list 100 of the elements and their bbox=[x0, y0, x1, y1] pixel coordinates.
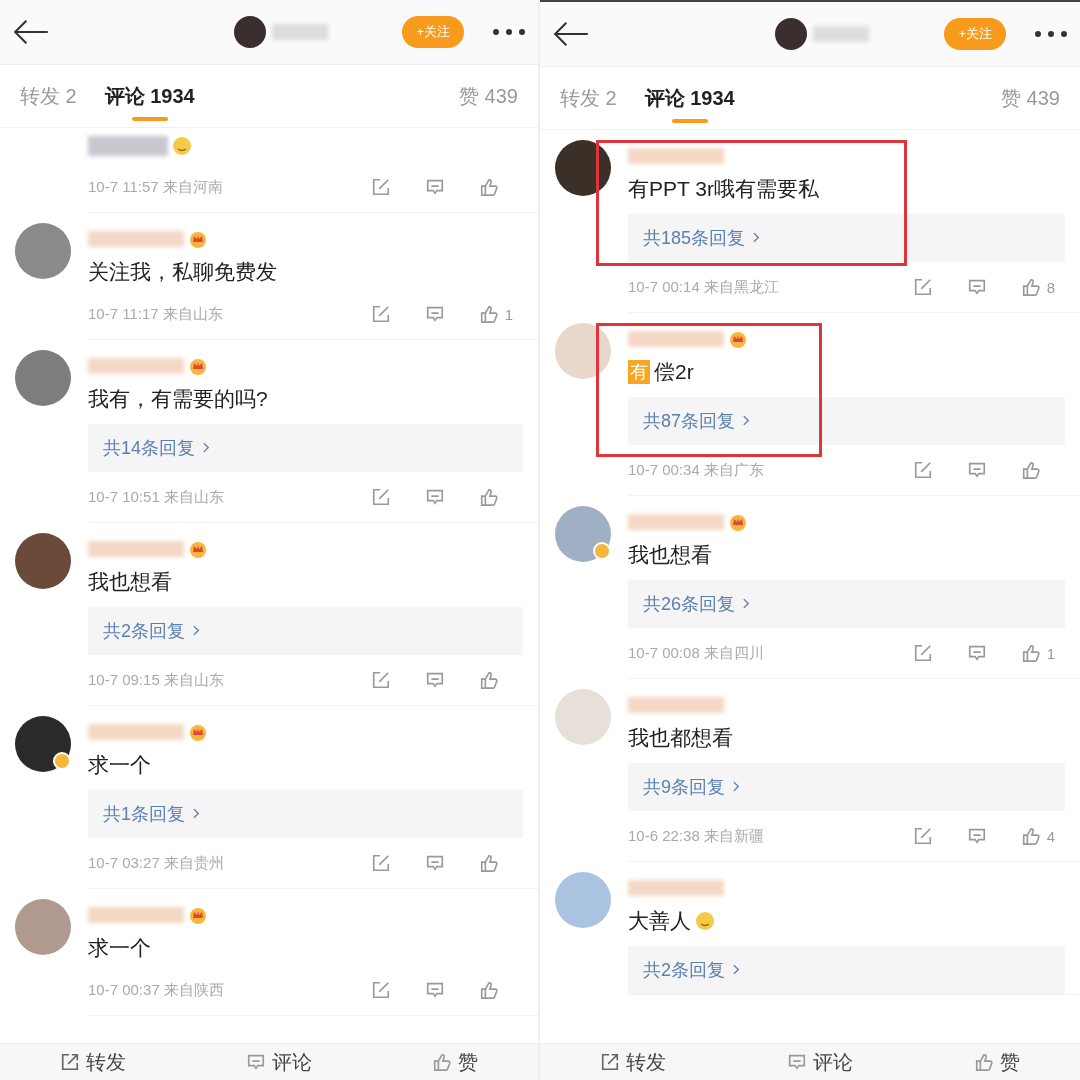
replies-count: 共1条回复 bbox=[103, 803, 185, 826]
comment-time: 10-7 10:51 来自山东 bbox=[88, 487, 224, 507]
tab[interactable]: 评论 1934 bbox=[104, 65, 195, 127]
replies-link[interactable]: 共2条回复 bbox=[628, 946, 1065, 994]
repost-icon[interactable] bbox=[912, 277, 933, 297]
share-icon bbox=[600, 1052, 621, 1072]
like-button[interactable]: 赞 bbox=[426, 1047, 484, 1077]
thumbs-up-icon[interactable] bbox=[1020, 277, 1041, 297]
replies-count: 共2条回复 bbox=[103, 620, 185, 643]
follow-button[interactable]: +关注 bbox=[944, 18, 1006, 50]
likes-count: 赞 439 bbox=[1001, 85, 1060, 111]
comment-button[interactable]: 评论 bbox=[781, 1047, 859, 1077]
comment-text: 偿2r bbox=[654, 359, 694, 385]
repost-button[interactable]: 转发 bbox=[594, 1047, 673, 1077]
thumbs-up-icon[interactable] bbox=[479, 980, 499, 1000]
like-count: 1 bbox=[504, 305, 513, 323]
comment-time: 10-7 03:27 来自贵州 bbox=[88, 853, 224, 873]
repost-icon[interactable] bbox=[371, 670, 391, 690]
repost-button[interactable]: 转发 bbox=[54, 1047, 132, 1077]
comment-time: 10-7 09:15 来自山东 bbox=[88, 670, 224, 690]
comment-time: 10-6 22:38 来自新疆 bbox=[628, 826, 764, 846]
comment-icon[interactable] bbox=[425, 177, 445, 197]
replies-link[interactable]: 共2条回复 bbox=[88, 607, 523, 655]
back-icon[interactable] bbox=[12, 18, 50, 46]
more-icon[interactable] bbox=[1034, 30, 1068, 38]
comment-icon[interactable] bbox=[966, 277, 987, 297]
like-count: 1 bbox=[1046, 644, 1055, 662]
comment-text: 关注我，私聊免费发 bbox=[88, 259, 277, 285]
repost-icon[interactable] bbox=[912, 826, 933, 846]
replies-count: 共26条回复 bbox=[643, 593, 736, 616]
comment-text: 我也都想看 bbox=[628, 725, 733, 751]
comment-button[interactable]: 评论 bbox=[240, 1047, 318, 1077]
comment-icon bbox=[246, 1052, 266, 1072]
replies-count: 共87条回复 bbox=[643, 410, 736, 433]
comment-time: 10-7 00:34 来自广东 bbox=[628, 460, 764, 480]
comment-icon[interactable] bbox=[425, 980, 445, 1000]
replies-link[interactable]: 共185条回复 bbox=[628, 214, 1065, 262]
back-icon[interactable] bbox=[552, 20, 590, 48]
replies-count: 共9条回复 bbox=[643, 776, 725, 799]
like-button[interactable]: 赞 bbox=[967, 1047, 1026, 1077]
replies-count: 共14条回复 bbox=[103, 437, 196, 460]
tab[interactable]: 转发 2 bbox=[20, 65, 77, 127]
more-icon[interactable] bbox=[492, 28, 526, 36]
follow-button[interactable]: +关注 bbox=[402, 16, 464, 48]
repost-icon[interactable] bbox=[371, 980, 391, 1000]
thumbs-up-icon[interactable] bbox=[479, 487, 499, 507]
blurred-username bbox=[813, 26, 870, 42]
comment-time: 10-7 00:14 来自黑龙江 bbox=[628, 277, 779, 297]
repost-icon[interactable] bbox=[913, 460, 933, 480]
share-icon bbox=[60, 1052, 80, 1072]
comment-time: 10-7 11:17 来自山东 bbox=[88, 304, 223, 324]
comment-text: 我也想看 bbox=[628, 542, 712, 568]
repost-icon[interactable] bbox=[370, 304, 391, 324]
comment-icon[interactable] bbox=[424, 304, 445, 324]
comment-text: 求一个 bbox=[88, 752, 151, 778]
thumbs-up-icon[interactable] bbox=[479, 177, 499, 197]
replies-link[interactable]: 共14条回复 bbox=[88, 424, 523, 472]
avatar[interactable] bbox=[15, 716, 71, 772]
comment-icon[interactable] bbox=[966, 826, 987, 846]
tab[interactable]: 评论 1934 bbox=[644, 67, 735, 129]
thumbs-up-icon[interactable] bbox=[478, 304, 499, 324]
avatar[interactable] bbox=[555, 140, 611, 196]
repost-icon[interactable] bbox=[371, 177, 391, 197]
repost-icon[interactable] bbox=[371, 487, 391, 507]
likes-count: 赞 439 bbox=[459, 83, 518, 109]
repost-icon[interactable] bbox=[371, 853, 391, 873]
comment-text: 我有，有需要的吗? bbox=[88, 386, 268, 412]
avatar[interactable] bbox=[234, 16, 267, 48]
repost-icon[interactable] bbox=[912, 643, 933, 663]
comment-icon[interactable] bbox=[425, 853, 445, 873]
like-count: 8 bbox=[1046, 278, 1055, 296]
thumbs-up-icon[interactable] bbox=[1021, 460, 1041, 480]
thumbs-up-icon[interactable] bbox=[1020, 826, 1041, 846]
thumbs-up-icon bbox=[973, 1052, 994, 1072]
replies-count: 共2条回复 bbox=[643, 959, 725, 982]
comment-icon bbox=[787, 1052, 807, 1072]
comment-icon[interactable] bbox=[967, 460, 987, 480]
comment-text: 我也想看 bbox=[88, 569, 172, 595]
replies-link[interactable]: 共9条回复 bbox=[628, 763, 1065, 811]
avatar[interactable] bbox=[15, 533, 71, 589]
thumbs-up-icon[interactable] bbox=[479, 853, 499, 873]
replies-count: 共185条回复 bbox=[643, 227, 746, 250]
comment-icon[interactable] bbox=[425, 487, 445, 507]
thumbs-up-icon[interactable] bbox=[1020, 643, 1041, 663]
comment-icon[interactable] bbox=[425, 670, 445, 690]
replies-link[interactable]: 共1条回复 bbox=[88, 790, 523, 838]
thumbs-up-icon bbox=[432, 1052, 452, 1072]
avatar[interactable] bbox=[775, 18, 808, 50]
thumbs-up-icon[interactable] bbox=[479, 670, 499, 690]
tab[interactable]: 转发 2 bbox=[560, 67, 617, 129]
like-count: 4 bbox=[1046, 827, 1055, 845]
comment-time: 10-7 00:08 来自四川 bbox=[628, 643, 764, 663]
blurred-username bbox=[272, 24, 329, 40]
comment-text: 求一个 bbox=[88, 935, 151, 961]
tag-label: 有 bbox=[628, 360, 650, 384]
replies-link[interactable]: 共26条回复 bbox=[628, 580, 1065, 628]
replies-link[interactable]: 共87条回复 bbox=[628, 397, 1065, 445]
comment-text: 有PPT 3r哦有需要私 bbox=[628, 176, 819, 202]
comment-time: 10-7 00:37 来自陕西 bbox=[88, 980, 224, 1000]
comment-icon[interactable] bbox=[966, 643, 987, 663]
